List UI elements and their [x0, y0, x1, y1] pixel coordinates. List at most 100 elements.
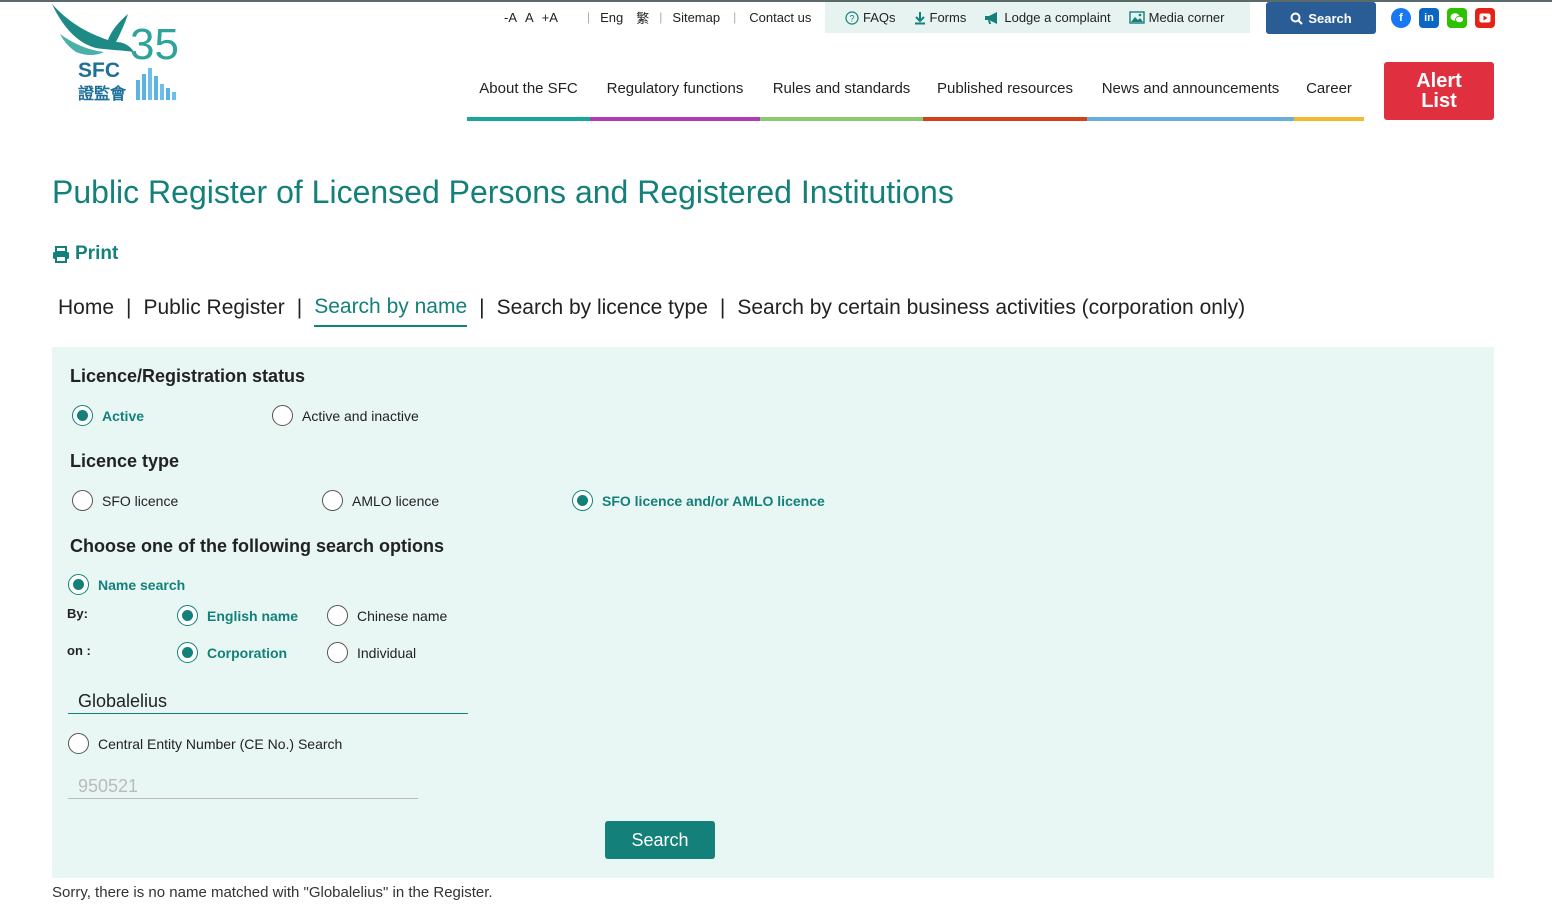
search-form-panel: Licence/Registration status Active Activ… [52, 347, 1494, 878]
font-decrease-button[interactable]: -A [504, 10, 517, 25]
nav-color-bar [923, 117, 1087, 121]
nav-label: Published resources [937, 80, 1073, 97]
amlo-licence-radio[interactable]: AMLO licence [322, 490, 439, 511]
nav-color-bar [1087, 117, 1294, 121]
divider: | [296, 296, 303, 319]
corporation-label: Corporation [207, 644, 288, 661]
sfo-licence-radio[interactable]: SFO licence [72, 490, 178, 511]
breadcrumb-public-register[interactable]: Public Register [144, 296, 285, 320]
contact-us-link[interactable]: Contact us [749, 10, 811, 25]
nav-career[interactable]: Career [1294, 78, 1364, 121]
radio-circle [272, 405, 293, 426]
divider: | [587, 10, 591, 24]
radio-circle [68, 733, 89, 754]
nav-color-bar [1294, 117, 1364, 121]
svg-text:SFC: SFC [78, 59, 120, 82]
radio-circle [72, 490, 93, 511]
radio-circle [177, 605, 198, 626]
by-label: By: [67, 606, 88, 621]
svg-text:35: 35 [130, 20, 179, 69]
english-name-label: English name [207, 607, 299, 624]
play-shape [1479, 13, 1491, 23]
media-corner-link[interactable]: Media corner [1128, 10, 1225, 25]
forms-label: Forms [929, 10, 967, 25]
font-normal-button[interactable]: A [525, 10, 534, 25]
question-circle-icon: ? [845, 10, 859, 25]
nav-label: Career [1306, 80, 1352, 97]
facebook-icon[interactable]: f [1391, 8, 1411, 28]
utility-links: | Eng 繁 | Sitemap | Contact us [577, 8, 811, 26]
name-search-radio[interactable]: Name search [68, 574, 185, 595]
font-increase-button[interactable]: +A [542, 10, 558, 25]
download-icon [914, 11, 925, 24]
nav-color-bar [467, 117, 590, 121]
language-english-link[interactable]: Eng [600, 10, 623, 25]
sfo-and-amlo-radio[interactable]: SFO licence and/or AMLO licence [572, 490, 825, 511]
sitemap-link[interactable]: Sitemap [672, 10, 720, 25]
nav-rules-and-standards[interactable]: Rules and standards [760, 78, 923, 121]
svg-text:證監會: 證監會 [78, 84, 127, 103]
sfo-licence-label: SFO licence [102, 492, 179, 509]
nav-color-bar [590, 117, 760, 121]
breadcrumb: Home | Public Register | Search by name … [58, 289, 1245, 327]
youtube-icon[interactable] [1475, 8, 1495, 28]
tab-search-by-business-activities[interactable]: Search by certain business activities (c… [737, 296, 1245, 320]
chinese-name-radio[interactable]: Chinese name [327, 605, 447, 626]
status-active-radio[interactable]: Active [72, 405, 144, 426]
wechat-icon[interactable] [1447, 8, 1467, 28]
wechat-bubble-shape [1450, 13, 1464, 24]
tab-search-by-name[interactable]: Search by name [314, 295, 468, 327]
social-links: f in [1391, 8, 1503, 28]
divider: | [479, 296, 485, 319]
individual-radio[interactable]: Individual [327, 642, 416, 663]
divider: | [719, 296, 726, 319]
nav-regulatory-functions[interactable]: Regulatory functions [590, 78, 760, 121]
nav-about-sfc[interactable]: About the SFC [467, 78, 590, 121]
alert-list-button[interactable]: Alert List [1384, 62, 1494, 120]
radio-circle [572, 490, 593, 511]
lodge-complaint-label: Lodge a complaint [1004, 10, 1111, 25]
print-button[interactable]: Print [52, 243, 118, 265]
alert-list-label: Alert List [1416, 70, 1462, 112]
megaphone-icon [985, 11, 998, 24]
faqs-link[interactable]: ? FAQs [845, 10, 896, 25]
faqs-label: FAQs [863, 10, 896, 25]
media-corner-label: Media corner [1148, 10, 1225, 25]
page-title: Public Register of Licensed Persons and … [52, 174, 954, 210]
individual-label: Individual [357, 644, 417, 661]
ce-number-input[interactable] [68, 775, 418, 799]
name-search-input[interactable] [68, 689, 468, 714]
linkedin-icon[interactable]: in [1419, 8, 1439, 28]
printer-icon [53, 245, 69, 263]
ce-number-search-radio[interactable]: Central Entity Number (CE No.) Search [68, 733, 342, 754]
sfc-logo-graphic: SFC 證監會 35 [52, 4, 179, 103]
nav-color-bar [760, 117, 923, 121]
language-chinese-link[interactable]: 繁 [636, 8, 649, 27]
status-heading: Licence/Registration status [70, 366, 306, 386]
status-active-inactive-radio[interactable]: Active and inactive [272, 405, 419, 426]
nav-published-resources[interactable]: Published resources [923, 78, 1087, 121]
nav-label: News and announcements [1101, 80, 1280, 97]
forms-link[interactable]: Forms [914, 10, 967, 25]
nav-label: About the SFC [479, 80, 578, 97]
font-size-controls: -A A +A [500, 8, 562, 26]
corporation-radio[interactable]: Corporation [177, 642, 287, 663]
on-label: on : [67, 643, 91, 658]
lodge-complaint-link[interactable]: Lodge a complaint [984, 10, 1111, 25]
nav-news-and-announcements[interactable]: News and announcements [1087, 78, 1294, 121]
breadcrumb-home[interactable]: Home [58, 296, 114, 320]
radio-circle [322, 490, 343, 511]
english-name-radio[interactable]: English name [177, 605, 298, 626]
licence-type-heading: Licence type [70, 451, 180, 471]
nav-label: Regulatory functions [606, 80, 744, 97]
nav-label: Rules and standards [772, 80, 911, 97]
sfo-and-amlo-label: SFO licence and/or AMLO licence [602, 492, 825, 509]
name-search-label: Name search [98, 576, 186, 593]
main-navigation: About the SFC Regulatory functions Rules… [467, 78, 1364, 121]
sfc-logo[interactable]: SFC 證監會 35 [50, 4, 190, 104]
no-result-message: Sorry, there is no name matched with "Gl… [52, 884, 493, 901]
chinese-name-label: Chinese name [357, 607, 448, 624]
site-search-button[interactable]: Search [1266, 2, 1376, 34]
tab-search-by-licence-type[interactable]: Search by licence type [497, 296, 708, 320]
search-submit-button[interactable]: Search [605, 821, 715, 859]
